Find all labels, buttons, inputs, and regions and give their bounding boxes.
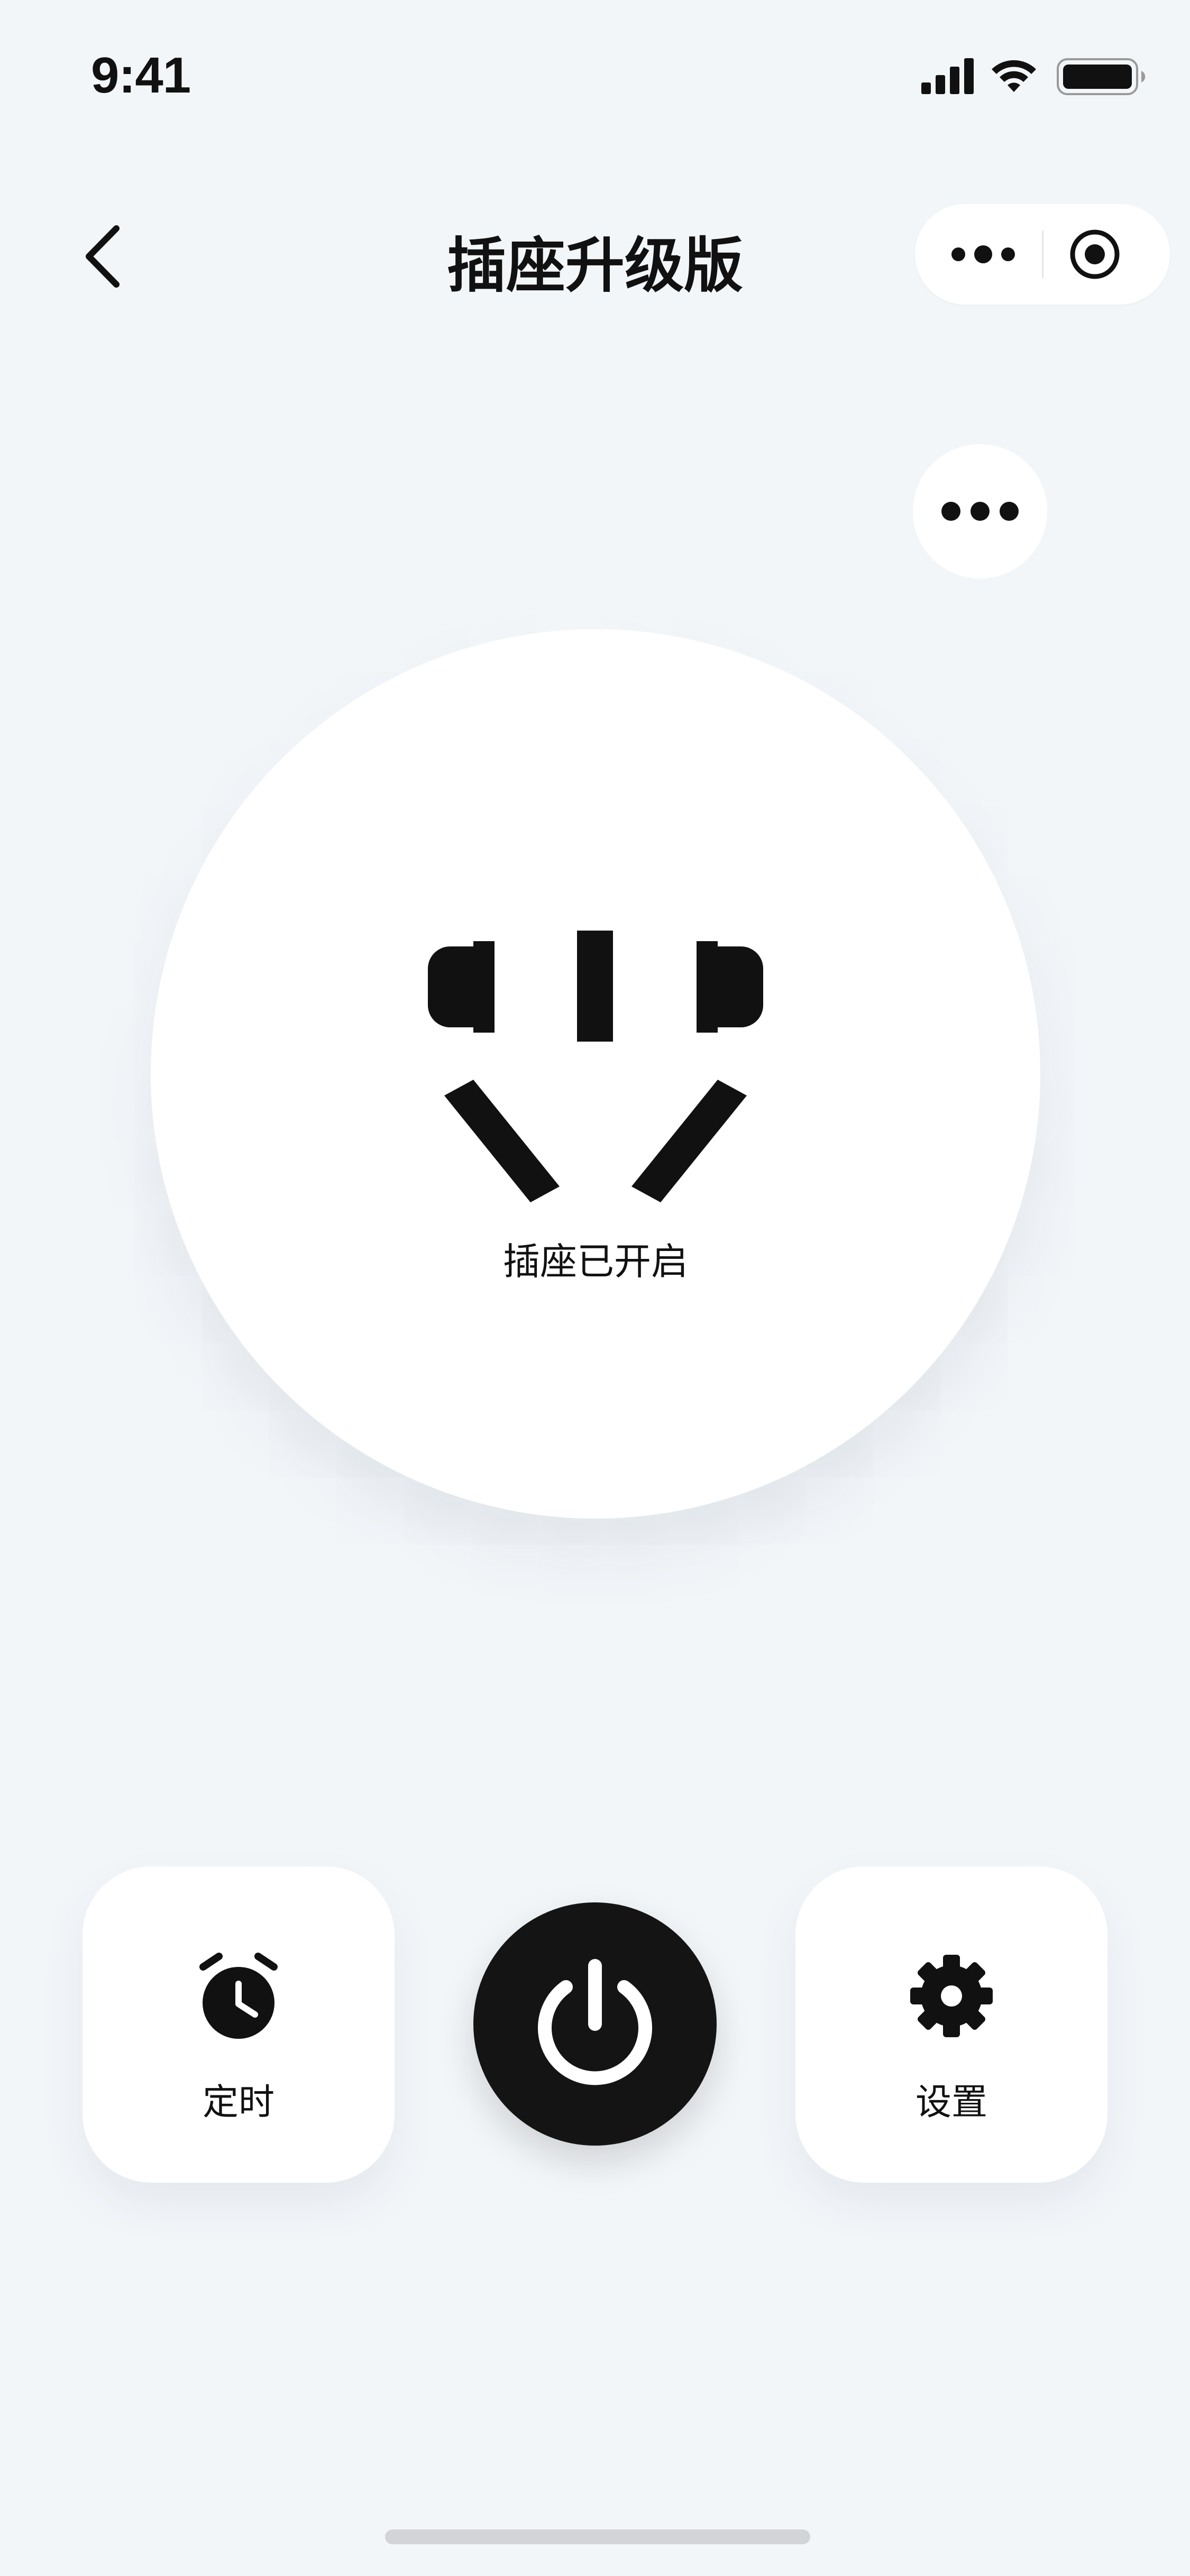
power-button[interactable] — [473, 1902, 717, 2146]
wifi-icon — [992, 60, 1036, 92]
gear-icon — [910, 1955, 993, 2037]
timer-label: 定时 — [202, 2082, 274, 2123]
capsule-divider — [1042, 231, 1043, 278]
battery-icon — [1057, 58, 1146, 95]
app-screen: 9:41 插座升级版 插座已开启 定时 设置 — [0, 0, 1190, 2576]
socket-status-panel[interactable]: 插座已开启 — [151, 629, 1040, 1519]
cellular-signal-icon — [921, 58, 974, 94]
status-icons — [921, 57, 1149, 99]
home-indicator[interactable] — [385, 2529, 810, 2544]
capsule-more-button[interactable] — [944, 231, 1023, 278]
settings-label: 设置 — [915, 2082, 987, 2123]
status-time: 9:41 — [91, 47, 191, 104]
more-dots-icon — [951, 245, 1015, 263]
timer-button[interactable]: 定时 — [83, 1866, 395, 2183]
close-target-icon — [1070, 229, 1120, 279]
mini-program-capsule — [915, 204, 1170, 305]
alarm-clock-icon — [199, 1953, 278, 2039]
device-more-button[interactable] — [913, 444, 1047, 578]
more-dots-icon — [941, 502, 1019, 521]
power-icon — [538, 1959, 652, 2085]
capsule-close-button[interactable] — [1068, 228, 1121, 281]
socket-outlet-icon — [428, 931, 763, 1202]
socket-status-text: 插座已开启 — [503, 1240, 688, 1283]
settings-button[interactable]: 设置 — [795, 1866, 1107, 2183]
